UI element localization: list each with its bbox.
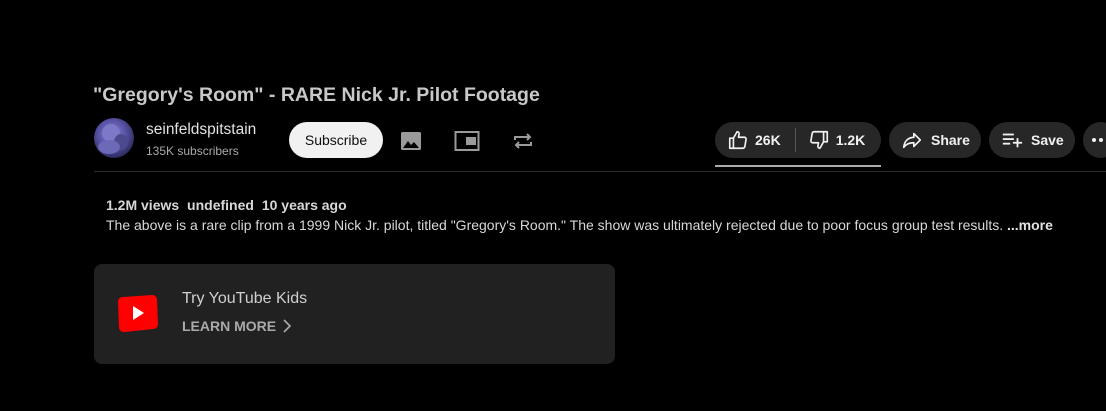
chevron-right-icon xyxy=(283,319,292,333)
like-dislike-group: 26K 1.2K xyxy=(715,122,881,158)
share-button[interactable]: Share xyxy=(889,122,981,158)
image-icon[interactable] xyxy=(398,128,424,154)
miniplayer-icon[interactable] xyxy=(454,128,480,154)
add-to-playlist-icon xyxy=(1002,133,1023,148)
description-text: The above is a rare clip from a 1999 Nic… xyxy=(106,217,1007,233)
save-label: Save xyxy=(1031,132,1064,148)
more-horizontal-icon xyxy=(1092,138,1103,142)
divider-line xyxy=(94,171,1106,172)
like-button[interactable]: 26K xyxy=(715,122,781,158)
save-button[interactable]: Save xyxy=(989,122,1075,158)
view-count: 1.2M views xyxy=(106,197,180,213)
subscribe-button[interactable]: Subscribe xyxy=(289,122,383,158)
learn-more-label: LEARN MORE xyxy=(182,318,277,334)
dislike-button[interactable]: 1.2K xyxy=(796,122,866,158)
youtube-kids-promo[interactable]: Try YouTube Kids LEARN MORE xyxy=(94,264,615,364)
learn-more-link[interactable]: LEARN MORE xyxy=(182,318,292,334)
channel-avatar[interactable] xyxy=(94,118,134,158)
thumbs-up-icon xyxy=(728,130,747,150)
kids-promo-title: Try YouTube Kids xyxy=(182,290,308,307)
upload-age: 10 years ago xyxy=(261,197,347,213)
more-actions-button[interactable] xyxy=(1083,122,1106,158)
upload-date: undefined xyxy=(187,197,254,213)
channel-name[interactable]: seinfeldspitstain xyxy=(146,121,256,139)
share-icon xyxy=(902,132,922,149)
video-description[interactable]: The above is a rare clip from a 1999 Nic… xyxy=(106,217,1053,233)
share-label: Share xyxy=(931,132,970,148)
video-meta: 1.2M views undefined 10 years ago xyxy=(106,197,351,213)
youtube-kids-logo-icon xyxy=(118,295,158,332)
thumbs-down-icon xyxy=(809,130,828,150)
dislike-count: 1.2K xyxy=(835,132,866,148)
show-more-link[interactable]: ...more xyxy=(1007,217,1053,233)
like-count: 26K xyxy=(755,132,781,148)
like-underline xyxy=(715,165,881,167)
subscriber-count: 135K subscribers xyxy=(146,144,239,158)
video-title: "Gregory's Room" - RARE Nick Jr. Pilot F… xyxy=(93,84,540,106)
video-info-panel: "Gregory's Room" - RARE Nick Jr. Pilot F… xyxy=(0,0,1106,411)
loop-icon[interactable] xyxy=(510,128,536,154)
